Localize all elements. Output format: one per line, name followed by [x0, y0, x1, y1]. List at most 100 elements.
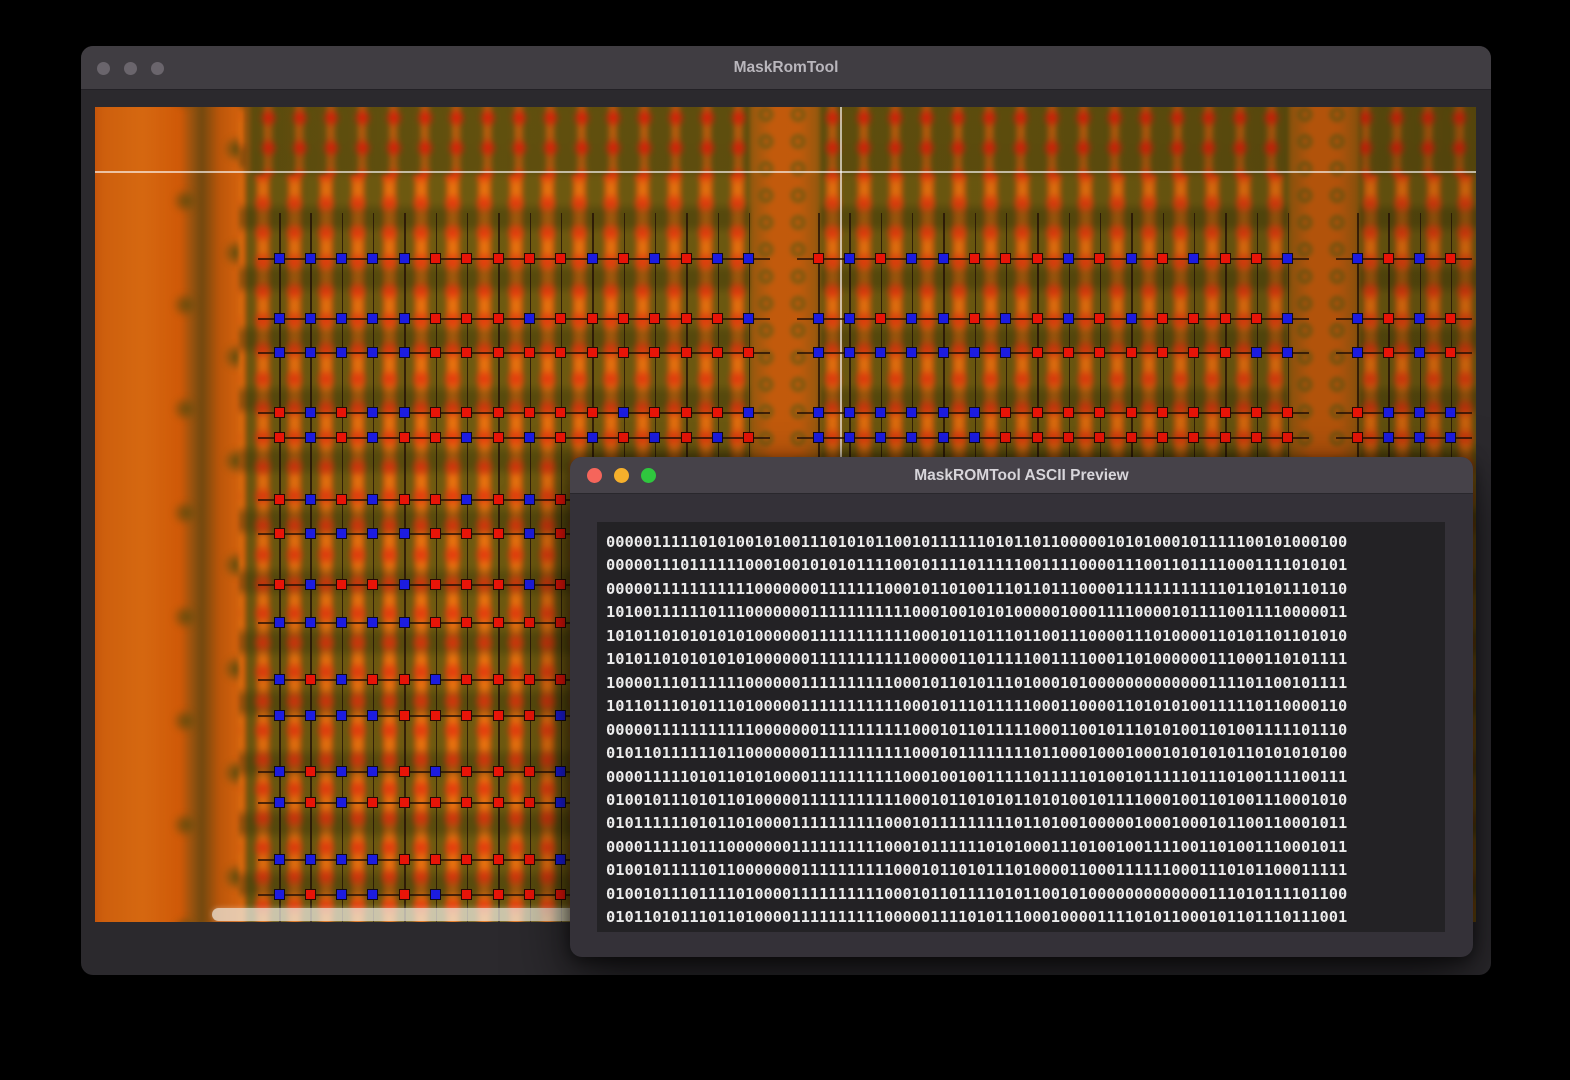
bit-marker[interactable] — [649, 407, 660, 418]
bit-marker[interactable] — [681, 432, 692, 443]
bit-marker[interactable] — [1282, 313, 1293, 324]
bit-marker[interactable] — [336, 494, 347, 505]
bit-marker[interactable] — [430, 347, 441, 358]
bit-marker[interactable] — [305, 528, 316, 539]
bit-marker[interactable] — [712, 253, 723, 264]
bit-marker[interactable] — [305, 347, 316, 358]
bit-marker[interactable] — [493, 854, 504, 865]
bit-marker[interactable] — [399, 432, 410, 443]
bit-marker[interactable] — [649, 313, 660, 324]
bit-marker[interactable] — [587, 347, 598, 358]
bit-marker[interactable] — [555, 889, 566, 900]
bit-marker[interactable] — [743, 407, 754, 418]
bit-marker[interactable] — [399, 766, 410, 777]
bit-marker[interactable] — [305, 854, 316, 865]
ascii-text-panel[interactable]: 0000011111010100101001110101011001011111… — [597, 522, 1445, 932]
bit-marker[interactable] — [367, 797, 378, 808]
bit-marker[interactable] — [1032, 347, 1043, 358]
bit-marker[interactable] — [367, 766, 378, 777]
bit-marker[interactable] — [305, 432, 316, 443]
bit-marker[interactable] — [681, 313, 692, 324]
bit-marker[interactable] — [1445, 253, 1456, 264]
bit-marker[interactable] — [493, 579, 504, 590]
bit-marker[interactable] — [1251, 432, 1262, 443]
bit-marker[interactable] — [1126, 313, 1137, 324]
bit-marker[interactable] — [524, 313, 535, 324]
bit-marker[interactable] — [430, 579, 441, 590]
bit-marker[interactable] — [524, 617, 535, 628]
bit-marker[interactable] — [1352, 432, 1363, 443]
bit-marker[interactable] — [493, 528, 504, 539]
bit-marker[interactable] — [1094, 432, 1105, 443]
bit-marker[interactable] — [336, 797, 347, 808]
bit-marker[interactable] — [367, 710, 378, 721]
bit-marker[interactable] — [555, 407, 566, 418]
bit-marker[interactable] — [587, 407, 598, 418]
bit-marker[interactable] — [367, 407, 378, 418]
bit-marker[interactable] — [367, 528, 378, 539]
bit-marker[interactable] — [649, 432, 660, 443]
bit-marker[interactable] — [399, 889, 410, 900]
bit-marker[interactable] — [1352, 253, 1363, 264]
bit-marker[interactable] — [336, 313, 347, 324]
bit-marker[interactable] — [336, 432, 347, 443]
bit-marker[interactable] — [938, 432, 949, 443]
bit-marker[interactable] — [461, 407, 472, 418]
bit-marker[interactable] — [1220, 313, 1231, 324]
bit-marker[interactable] — [1157, 432, 1168, 443]
bit-marker[interactable] — [336, 253, 347, 264]
bit-marker[interactable] — [274, 313, 285, 324]
bit-marker[interactable] — [524, 432, 535, 443]
bit-marker[interactable] — [274, 710, 285, 721]
bit-marker[interactable] — [1000, 347, 1011, 358]
bit-marker[interactable] — [1220, 253, 1231, 264]
bit-marker[interactable] — [1383, 407, 1394, 418]
bit-marker[interactable] — [493, 432, 504, 443]
bit-marker[interactable] — [555, 528, 566, 539]
bit-marker[interactable] — [493, 253, 504, 264]
bit-marker[interactable] — [524, 579, 535, 590]
bit-marker[interactable] — [305, 407, 316, 418]
bit-marker[interactable] — [524, 528, 535, 539]
bit-marker[interactable] — [336, 889, 347, 900]
bit-marker[interactable] — [875, 313, 886, 324]
bit-marker[interactable] — [461, 889, 472, 900]
bit-marker[interactable] — [844, 407, 855, 418]
bit-marker[interactable] — [844, 253, 855, 264]
bit-marker[interactable] — [399, 579, 410, 590]
bit-marker[interactable] — [430, 674, 441, 685]
bit-marker[interactable] — [813, 432, 824, 443]
bit-marker[interactable] — [493, 347, 504, 358]
bit-marker[interactable] — [1126, 253, 1137, 264]
bit-marker[interactable] — [461, 528, 472, 539]
bit-marker[interactable] — [493, 889, 504, 900]
bit-marker[interactable] — [743, 313, 754, 324]
bit-marker[interactable] — [1157, 253, 1168, 264]
bit-marker[interactable] — [1282, 253, 1293, 264]
bit-marker[interactable] — [461, 766, 472, 777]
bit-marker[interactable] — [813, 253, 824, 264]
bit-marker[interactable] — [1094, 313, 1105, 324]
bit-marker[interactable] — [906, 253, 917, 264]
bit-marker[interactable] — [555, 432, 566, 443]
bit-marker[interactable] — [1157, 407, 1168, 418]
bit-marker[interactable] — [274, 674, 285, 685]
bit-marker[interactable] — [399, 313, 410, 324]
bit-marker[interactable] — [430, 766, 441, 777]
bit-marker[interactable] — [493, 494, 504, 505]
bit-marker[interactable] — [587, 313, 598, 324]
bit-marker[interactable] — [1414, 347, 1425, 358]
bit-marker[interactable] — [618, 432, 629, 443]
bit-marker[interactable] — [399, 528, 410, 539]
bit-marker[interactable] — [1157, 313, 1168, 324]
bit-marker[interactable] — [555, 347, 566, 358]
bit-marker[interactable] — [1220, 407, 1231, 418]
bit-marker[interactable] — [743, 253, 754, 264]
bit-marker[interactable] — [274, 766, 285, 777]
bit-marker[interactable] — [399, 797, 410, 808]
bit-marker[interactable] — [712, 313, 723, 324]
bit-marker[interactable] — [712, 347, 723, 358]
bit-marker[interactable] — [1000, 253, 1011, 264]
bit-marker[interactable] — [274, 347, 285, 358]
bit-marker[interactable] — [336, 766, 347, 777]
